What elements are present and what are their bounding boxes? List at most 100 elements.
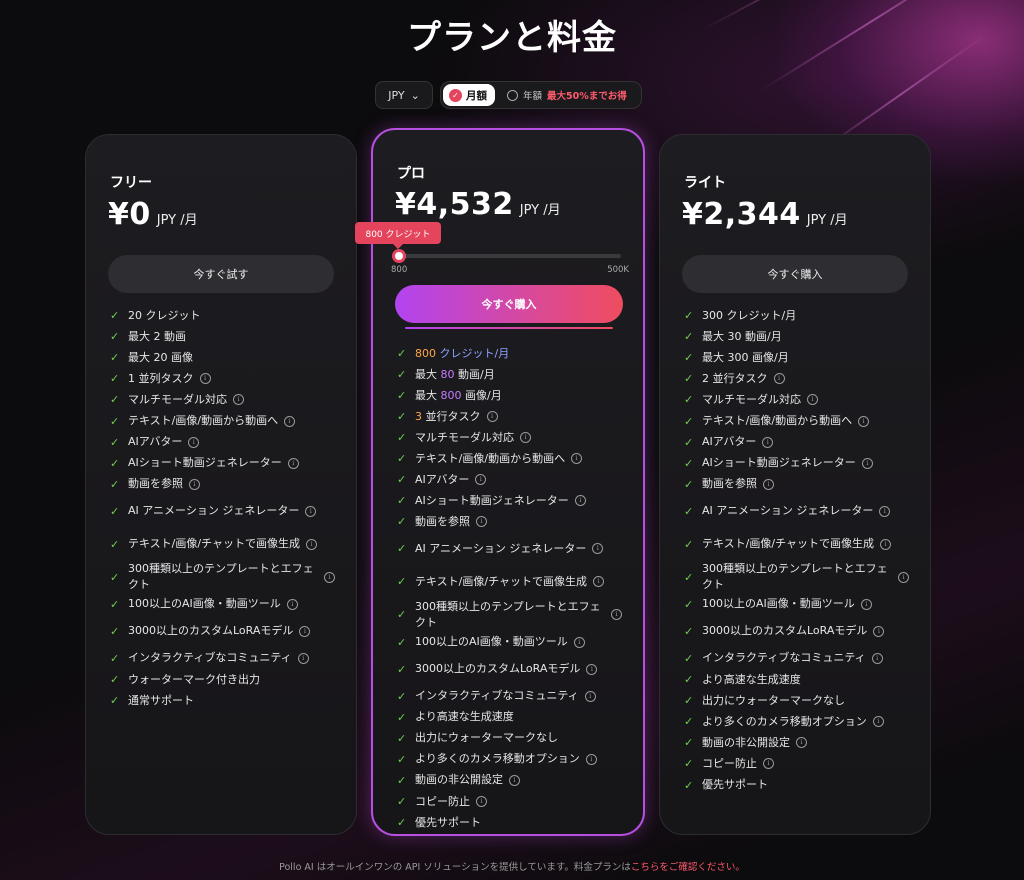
check-icon: ✓ [684,477,694,491]
check-icon: ✓ [397,473,407,487]
feature-text: より多くのカメラ移動オプション [702,714,867,728]
info-icon[interactable]: i [807,394,818,406]
buy-now-button[interactable]: 今すぐ購入 [395,285,623,323]
info-icon[interactable]: i [189,478,200,490]
feature-text: AIショート動画ジェネレーター [702,456,856,470]
info-icon[interactable]: i [592,543,604,555]
info-icon[interactable]: i [585,753,597,765]
info-icon[interactable]: i [796,737,807,749]
slider-handle[interactable] [392,249,406,263]
info-icon[interactable]: i [199,373,211,385]
check-icon: ✓ [684,372,694,386]
info-icon[interactable]: i [762,436,774,448]
check-icon: ✓ [110,624,120,638]
plan-name: フリー [110,175,152,191]
check-icon: ✓ [110,651,120,665]
info-icon[interactable]: i [287,457,299,469]
info-icon[interactable]: i [872,716,884,728]
check-icon: ✓ [684,597,694,611]
feature-text: 動画を参照 [415,514,470,528]
feature-item: ✓ AIショート動画ジェネレーター i [110,453,340,474]
info-icon[interactable]: i [584,690,596,702]
check-icon: ✓ [397,575,407,589]
check-icon: ✓ [110,597,120,611]
feature-item: ✓ 出力にウォーターマークなし [684,690,914,711]
info-icon[interactable]: i [305,505,317,517]
feature-text: インタラクティブなコミュニティ [415,689,579,703]
credit-slider[interactable] [392,249,621,263]
info-icon[interactable]: i [763,758,774,770]
info-icon[interactable]: i [592,576,604,588]
info-icon[interactable]: i [284,415,296,427]
feature-list: ✓ 300 クレジット/月 ✓ 最大 30 動画/月 ✓ 最大 300 画像/月 ✓ 2 並行… [684,305,914,796]
buy-now-button[interactable]: 今すぐ購入 [682,255,908,293]
feature-item: ✓ テキスト/画像/動画から動画へ i [110,410,340,431]
plan-name: プロ [397,166,425,182]
check-icon: ✓ [684,537,694,551]
currency-select[interactable]: JPY ⌄ [375,81,433,109]
info-icon[interactable]: i [297,652,309,664]
plan-price: ¥2,344 JPY /月 [682,197,848,232]
feature-text: 3 並行タスク [415,409,481,423]
feature-item: ✓ 3000以上のカスタムLoRAモデル i [684,615,914,648]
info-icon[interactable]: i [286,598,298,610]
billing-option-monthly[interactable]: ✓ 月額 [443,84,495,106]
info-icon[interactable]: i [571,453,583,465]
billing-option-yearly[interactable]: 年額 最大50%までお得 [507,84,627,106]
info-icon[interactable]: i [305,538,317,550]
pricing-link[interactable]: こちらをご確認ください。 [631,862,745,873]
info-icon[interactable]: i [879,505,891,517]
feature-item: ✓ 300種類以上のテンプレートとエフェクト i [397,598,627,631]
info-icon[interactable]: i [861,457,873,469]
info-icon[interactable]: i [486,411,498,423]
info-icon[interactable]: i [475,474,487,486]
info-icon[interactable]: i [509,774,520,786]
try-now-button[interactable]: 今すぐ試す [108,255,334,293]
info-icon[interactable]: i [573,636,585,648]
info-icon[interactable]: i [871,652,883,664]
feature-item: ✓ コピー防止 i [684,753,914,774]
feature-item: ✓ 3000以上のカスタムLoRAモデル i [397,653,627,686]
feature-item: ✓ 2 並行タスク i [684,368,914,389]
info-icon[interactable]: i [879,538,891,550]
feature-item: ✓ AI アニメーション ジェネレーター i [110,495,340,528]
price-unit: JPY /月 [806,213,848,228]
feature-item: ✓ インタラクティブなコミュニティ i [110,648,340,669]
feature-text: テキスト/画像/動画から動画へ [415,451,566,465]
feature-text: 100以上のAI画像・動画ツール [415,635,568,649]
info-icon[interactable]: i [299,625,311,637]
billing-toggle: ✓ 月額 年額 最大50%までお得 [440,81,642,109]
feature-item: ✓ AIアバター i [110,432,340,453]
info-icon[interactable]: i [763,478,774,490]
info-icon[interactable]: i [188,436,200,448]
info-icon[interactable]: i [574,495,586,507]
feature-text: マルチモーダル対応 [702,392,801,406]
info-icon[interactable]: i [476,516,487,528]
info-icon[interactable]: i [324,571,335,583]
info-icon[interactable]: i [898,571,909,583]
feature-item: ✓ テキスト/画像/動画から動画へ i [397,448,627,469]
check-icon: ✓ [110,351,120,365]
info-icon[interactable]: i [520,432,531,444]
check-icon: ✓ [110,456,120,470]
check-icon: ✓ [397,816,407,830]
feature-item: ✓ 出力にウォーターマークなし [397,728,627,749]
feature-item: ✓ AIアバター i [684,432,914,453]
feature-item: ✓ マルチモーダル対応 i [110,389,340,410]
feature-text: AIショート動画ジェネレーター [415,493,569,507]
check-icon: ✓ [684,651,694,665]
feature-text: 1 並列タスク [128,371,194,385]
feature-text: より多くのカメラ移動オプション [415,752,580,766]
info-icon[interactable]: i [586,663,598,675]
info-icon[interactable]: i [773,373,785,385]
plan-price: ¥4,532 JPY /月 [395,187,561,222]
feature-item: ✓ より多くのカメラ移動オプション i [397,749,627,770]
info-icon[interactable]: i [860,598,872,610]
info-icon[interactable]: i [858,415,870,427]
feature-text: 出力にウォーターマークなし [702,693,845,707]
check-icon: ✓ [397,515,407,529]
info-icon[interactable]: i [233,394,244,406]
info-icon[interactable]: i [476,796,487,808]
info-icon[interactable]: i [873,625,885,637]
info-icon[interactable]: i [611,609,622,621]
